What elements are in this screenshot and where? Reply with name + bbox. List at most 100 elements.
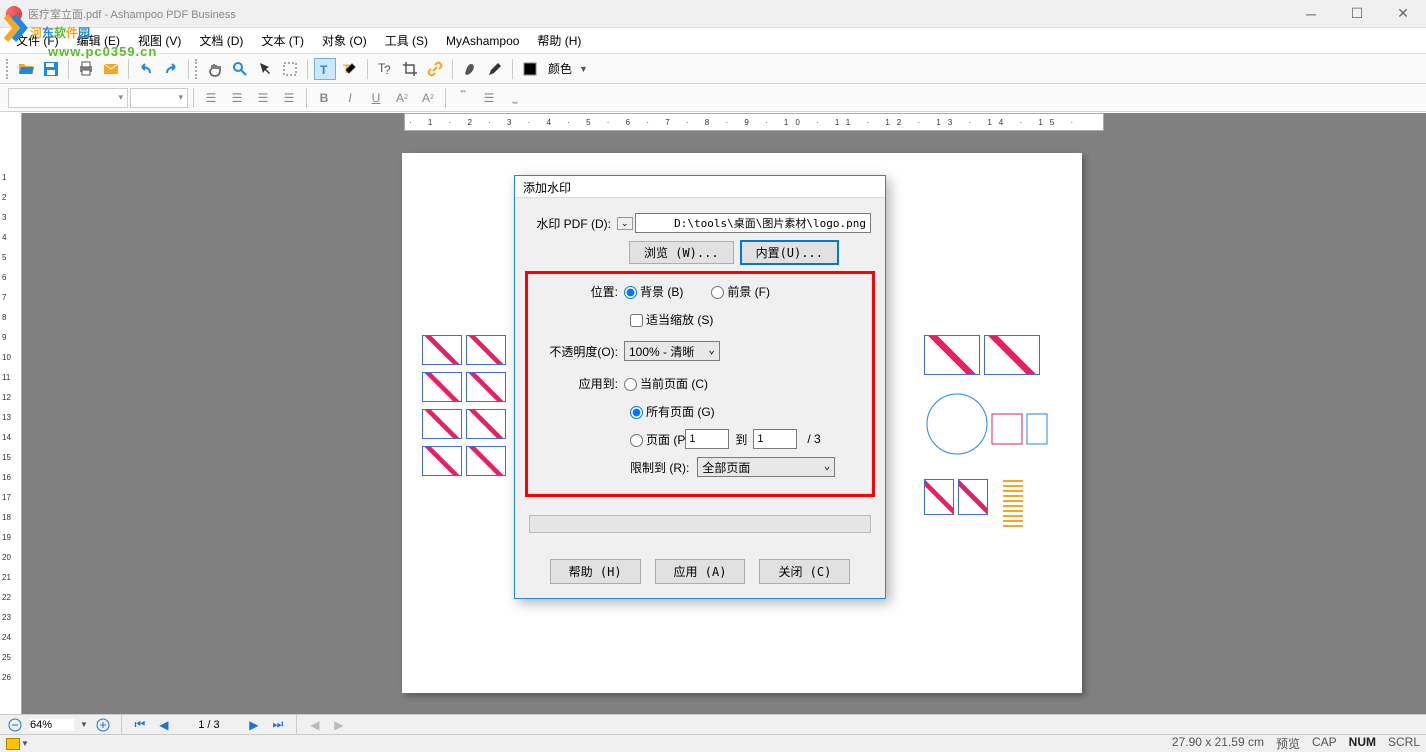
limit-to-label: 限制到 (R): (630, 459, 689, 476)
text-format-tool[interactable]: T? (374, 58, 396, 80)
pen-tool[interactable] (484, 58, 506, 80)
menu-myashampoo[interactable]: MyAshampoo (438, 31, 527, 51)
status-cap: CAP (1312, 735, 1337, 752)
text-edit-tool[interactable]: T (339, 58, 361, 80)
all-pages-radio[interactable]: 所有页面 (G) (630, 403, 715, 420)
help-button[interactable]: 帮助 (H) (550, 559, 641, 584)
limit-combo[interactable]: 全部页面 (697, 457, 835, 477)
align-right-button[interactable]: ☰ (251, 87, 275, 109)
valign-top-button[interactable]: ⎴ (451, 87, 475, 109)
nav-forward-button[interactable]: ▶ (330, 717, 348, 733)
window-title: 医疗室立面.pdf - Ashampoo PDF Business (28, 6, 1288, 22)
background-radio[interactable]: 背景 (B) (624, 283, 683, 300)
toolbar-grip[interactable] (6, 59, 10, 79)
align-justify-button[interactable]: ☰ (277, 87, 301, 109)
builtin-button[interactable]: 内置(U)... (740, 240, 839, 265)
menu-text[interactable]: 文本 (T) (253, 29, 312, 52)
dialog-title: 添加水印 (515, 176, 885, 198)
zoom-tool[interactable] (229, 58, 251, 80)
align-left-button[interactable]: ☰ (199, 87, 223, 109)
menu-tools[interactable]: 工具 (S) (377, 29, 436, 52)
menu-help[interactable]: 帮助 (H) (529, 29, 589, 52)
foreground-radio[interactable]: 前景 (F) (711, 283, 770, 300)
menu-edit[interactable]: 编辑 (E) (69, 29, 128, 52)
font-family-combo[interactable]: ▾ (8, 88, 128, 108)
status-num: NUM (1349, 735, 1376, 752)
apply-button[interactable]: 应用 (A) (655, 559, 746, 584)
highlighted-section: 位置: 背景 (B) 前景 (F) 适当缩放 (S) 不透明度(O): 100%… (525, 271, 875, 497)
to-label: 到 (735, 431, 747, 448)
position-label: 位置: (536, 283, 624, 300)
nav-back-button[interactable]: ◀ (306, 717, 324, 733)
fit-scale-checkbox[interactable]: 适当缩放 (S) (630, 311, 713, 328)
zoom-out-button[interactable] (6, 717, 24, 733)
zoom-dropdown-icon[interactable]: ▼ (80, 720, 88, 729)
menu-view[interactable]: 视图 (V) (130, 29, 189, 52)
bold-button[interactable]: B (312, 87, 336, 109)
color-dropdown-icon[interactable]: ▼ (579, 64, 588, 74)
zoom-input[interactable] (30, 719, 74, 731)
menu-file[interactable]: 文件 (F) (8, 29, 67, 52)
link-tool[interactable] (424, 58, 446, 80)
svg-text:T: T (320, 63, 328, 77)
watermark-path-input[interactable] (635, 213, 871, 233)
first-page-button[interactable]: ⏮ (131, 717, 149, 733)
menu-object[interactable]: 对象 (O) (314, 29, 375, 52)
main-toolbar: T T T? 颜色 ▼ (0, 54, 1426, 84)
status-bar: ▼ 27.90 x 21.59 cm 预览 CAP NUM SCRL (0, 734, 1426, 752)
opacity-combo[interactable]: 100% - 清晰 (624, 341, 720, 361)
browse-button[interactable]: 浏览 (W)... (629, 241, 734, 264)
app-icon (6, 6, 22, 22)
status-mode: 预览 (1276, 735, 1300, 752)
page-to-input[interactable] (753, 429, 797, 449)
current-page-radio[interactable]: 当前页面 (C) (624, 375, 708, 392)
maximize-button[interactable]: ☐ (1334, 0, 1380, 28)
snapshot-tool[interactable] (279, 58, 301, 80)
pages-range-radio[interactable]: 页面 (P (630, 431, 685, 448)
zoom-in-button[interactable] (94, 717, 112, 733)
toolbar-grip[interactable] (195, 59, 199, 79)
color-swatch[interactable] (519, 58, 541, 80)
valign-bottom-button[interactable]: ⎵ (503, 87, 527, 109)
add-watermark-dialog: 添加水印 水印 PDF (D): ⌄ 浏览 (W)... 内置(U)... 位置… (514, 175, 886, 599)
open-button[interactable] (15, 58, 37, 80)
titlebar: 医疗室立面.pdf - Ashampoo PDF Business ─ ☐ ✕ (0, 0, 1426, 28)
vertical-ruler: 123 456 789 101112 131415 161718 192021 … (0, 113, 22, 714)
path-dropdown-icon[interactable]: ⌄ (617, 217, 633, 230)
lock-dropdown-icon[interactable]: ▼ (21, 739, 29, 748)
horizontal-ruler: · 1 · 2 · 3 · 4 · 5 · 6 · 7 · 8 · 9 · 10… (404, 113, 1104, 131)
save-button[interactable] (40, 58, 62, 80)
status-scrl: SCRL (1388, 735, 1420, 752)
format-toolbar: ▾ ▾ ☰ ☰ ☰ ☰ B I U A2 A2 ⎴ ☰ ⎵ (0, 84, 1426, 112)
print-button[interactable] (75, 58, 97, 80)
prev-page-button[interactable]: ◀ (155, 717, 173, 733)
undo-button[interactable] (135, 58, 157, 80)
menu-document[interactable]: 文档 (D) (191, 29, 251, 52)
select-tool[interactable] (254, 58, 276, 80)
opacity-label: 不透明度(O): (536, 343, 624, 360)
close-dialog-button[interactable]: 关闭 (C) (759, 559, 850, 584)
lock-icon (6, 738, 20, 750)
hand-tool[interactable] (204, 58, 226, 80)
minimize-button[interactable]: ─ (1288, 0, 1334, 28)
redo-button[interactable] (160, 58, 182, 80)
color-label: 颜色 (544, 60, 576, 77)
email-button[interactable] (100, 58, 122, 80)
underline-button[interactable]: U (364, 87, 388, 109)
align-center-button[interactable]: ☰ (225, 87, 249, 109)
close-button[interactable]: ✕ (1380, 0, 1426, 28)
navigation-bar: ▼ ⏮ ◀ ▶ ⏭ ◀ ▶ (0, 714, 1426, 734)
page-from-input[interactable] (685, 429, 729, 449)
crop-tool[interactable] (399, 58, 421, 80)
highlight-tool[interactable] (459, 58, 481, 80)
last-page-button[interactable]: ⏭ (269, 717, 287, 733)
next-page-button[interactable]: ▶ (245, 717, 263, 733)
font-size-combo[interactable]: ▾ (130, 88, 188, 108)
superscript-button[interactable]: A2 (390, 87, 414, 109)
page-input[interactable] (179, 717, 239, 733)
text-tool[interactable]: T (314, 58, 336, 80)
valign-middle-button[interactable]: ☰ (477, 87, 501, 109)
italic-button[interactable]: I (338, 87, 362, 109)
menubar: 文件 (F) 编辑 (E) 视图 (V) 文档 (D) 文本 (T) 对象 (O… (0, 28, 1426, 54)
subscript-button[interactable]: A2 (416, 87, 440, 109)
